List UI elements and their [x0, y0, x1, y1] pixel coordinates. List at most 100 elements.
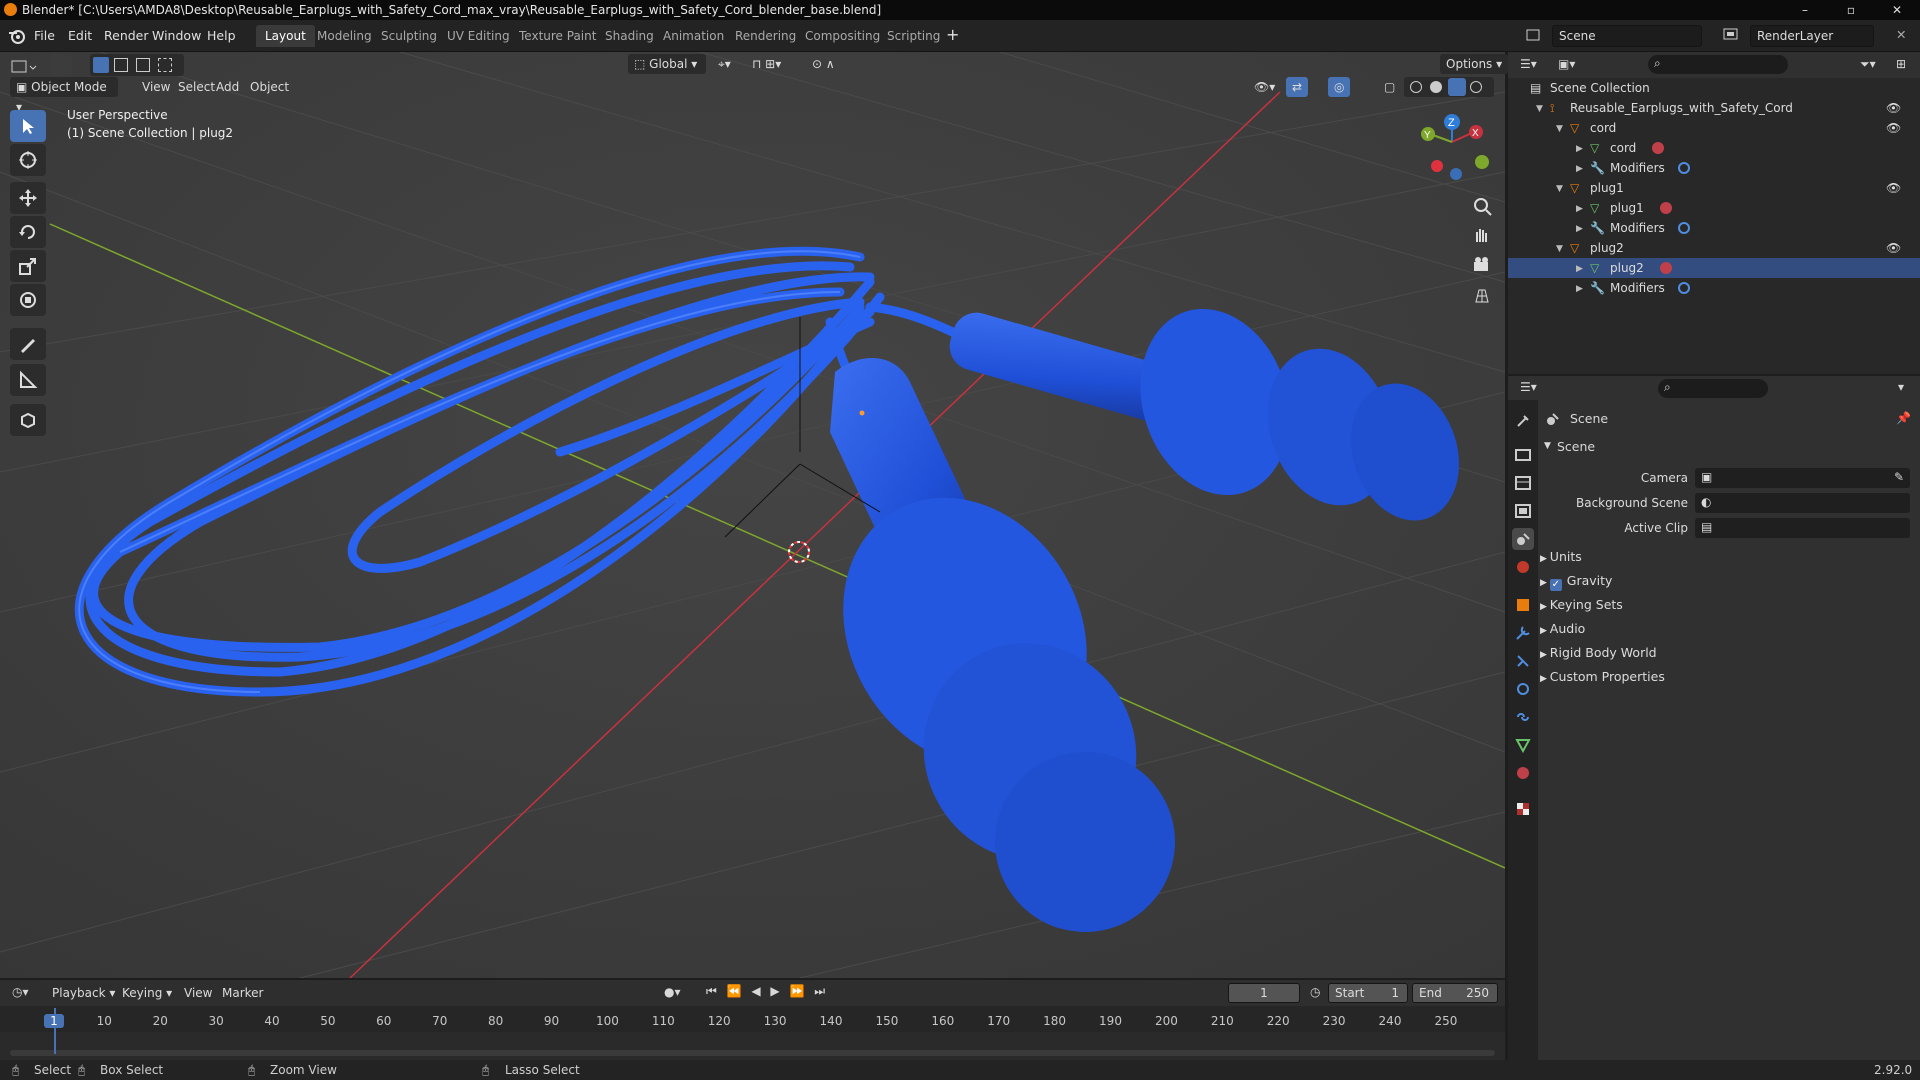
panel-gravity[interactable]: ▶ ✓ Gravity [1540, 573, 1612, 591]
collapse-arrow-icon[interactable]: ▶ [1576, 219, 1583, 239]
modifier-icon[interactable] [1678, 222, 1690, 234]
maximize-button[interactable]: ▫ [1828, 0, 1874, 20]
tool-tab-icon[interactable] [1512, 410, 1534, 432]
background-scene-field[interactable]: ◐ [1695, 493, 1910, 513]
visibility-eye-icon[interactable]: 👁 [1886, 98, 1901, 118]
texture-tab-icon[interactable] [1512, 798, 1534, 820]
panel-collapse-arrow-icon[interactable]: ▶ [1540, 650, 1550, 660]
close-button[interactable]: ✕ [1874, 0, 1920, 20]
properties-search-input[interactable]: ⌕ [1658, 379, 1768, 398]
outliner-row[interactable]: ▶ ▽ plug1 [1508, 198, 1920, 218]
gravity-checkbox[interactable]: ✓ [1549, 579, 1562, 591]
active-clip-field[interactable]: ▤ [1695, 518, 1910, 538]
tab-compositing[interactable]: Compositing [796, 25, 889, 47]
constraints-tab-icon[interactable] [1512, 706, 1534, 728]
outliner-search-input[interactable]: ⌕ [1648, 55, 1788, 74]
3d-viewport[interactable]: Z X Y [0, 52, 1505, 978]
pivot-point-icon[interactable]: ⌖▾ [712, 54, 742, 74]
menu-file[interactable]: File [34, 28, 55, 43]
transform-tool[interactable] [10, 284, 46, 316]
options-dropdown[interactable]: Options ▾ [1440, 54, 1509, 74]
proportional-editing-icon[interactable]: ⊙ ∧ [806, 54, 846, 74]
gizmo-toggle-icon[interactable]: ⇄ [1286, 77, 1309, 97]
outliner-row[interactable]: ▼ ⟟ Reusable_Earplugs_with_Safety_Cord 👁 [1508, 98, 1920, 118]
tab-rendering[interactable]: Rendering [726, 25, 805, 47]
physics-tab-icon[interactable] [1512, 678, 1534, 700]
expand-arrow-icon[interactable]: ▼ [1556, 239, 1563, 259]
select-tool-mode-icon[interactable] [50, 54, 72, 76]
panel-custom-properties[interactable]: ▶ Custom Properties [1540, 669, 1665, 684]
mode-dropdown[interactable]: ▣ Object Mode ▾ [10, 77, 118, 114]
tab-layout[interactable]: Layout [256, 25, 315, 47]
tab-modeling[interactable]: Modeling [308, 25, 381, 47]
outliner-row[interactable]: ▶ 🔧 Modifiers [1508, 278, 1920, 298]
menu-render[interactable]: Render [104, 28, 149, 43]
view-layer-selector[interactable]: RenderLayer [1750, 25, 1874, 47]
panel-rigid-body-world[interactable]: ▶ Rigid Body World [1540, 645, 1657, 660]
select-box-tool[interactable] [10, 110, 46, 142]
perspective-toggle-icon[interactable] [1468, 282, 1496, 310]
tab-scripting[interactable]: Scripting [878, 25, 949, 47]
add-cube-tool[interactable] [10, 404, 46, 436]
rotate-tool[interactable] [10, 216, 46, 248]
select-extend-icon[interactable] [114, 58, 128, 72]
material-tab-icon[interactable] [1512, 762, 1534, 784]
measure-tool[interactable] [10, 364, 46, 396]
collapse-arrow-icon[interactable]: ▶ [1576, 139, 1583, 159]
modifier-icon[interactable] [1678, 282, 1690, 294]
outliner-editor-type-icon[interactable]: ☰▾ [1520, 57, 1537, 71]
overlay-toggle-icon[interactable]: ◎ [1328, 77, 1351, 97]
menu-window[interactable]: Window [152, 28, 201, 43]
current-frame-marker[interactable]: 1 [44, 1014, 64, 1028]
outliner-row[interactable]: ▤ Scene Collection [1508, 78, 1920, 98]
timeline-editor-type-icon[interactable]: ◷▾ [12, 985, 29, 999]
blender-menu-icon[interactable] [8, 27, 26, 45]
area-divider[interactable] [1505, 980, 1508, 1060]
timeline-menu-keying[interactable]: Keying ▾ [116, 983, 178, 1003]
camera-view-icon[interactable] [1468, 252, 1496, 280]
camera-field[interactable]: ▣ ✎ [1695, 468, 1910, 488]
zoom-icon[interactable] [1468, 192, 1496, 220]
shading-mode-buttons[interactable] [1404, 77, 1494, 97]
visibility-eye-icon[interactable]: 👁 [1886, 178, 1901, 198]
timeline-menu-marker[interactable]: Marker [216, 983, 269, 1003]
material-icon[interactable] [1652, 142, 1664, 154]
panel-collapse-arrow-icon[interactable]: ▶ [1540, 674, 1550, 684]
viewport-menu-view[interactable]: View [136, 77, 176, 97]
collapse-arrow-icon[interactable]: ▶ [1576, 199, 1583, 219]
properties-editor-type-icon[interactable]: ☰▾ [1520, 380, 1537, 394]
transform-orientation-dropdown[interactable]: ⬚ Global ▾ [628, 54, 706, 74]
menu-help[interactable]: Help [207, 28, 236, 43]
rendered-shading-icon[interactable] [1470, 81, 1482, 93]
outliner-row[interactable]: ▶ 🔧 Modifiers [1508, 218, 1920, 238]
view-layer-icon[interactable] [1722, 26, 1740, 44]
timeline-menu-playback[interactable]: Playback ▾ [46, 983, 121, 1003]
minimize-button[interactable]: – [1782, 0, 1828, 20]
object-tab-icon[interactable] [1512, 594, 1534, 616]
outliner-row[interactable]: ▼ ▽ cord 👁 [1508, 118, 1920, 138]
add-workspace-icon[interactable]: + [946, 25, 959, 44]
scene-section-arrow-icon[interactable]: ▼ [1544, 441, 1551, 451]
viewport-canvas[interactable]: Z X Y [0, 52, 1505, 978]
end-frame-field[interactable]: End 250 [1412, 983, 1498, 1003]
collapse-arrow-icon[interactable]: ▶ [1576, 259, 1583, 279]
outliner-row[interactable]: ▼ ▽ plug2 👁 [1508, 238, 1920, 258]
material-preview-shading-icon[interactable] [1448, 78, 1466, 96]
xray-toggle-icon[interactable]: ▢ [1378, 77, 1401, 97]
display-mode-icon[interactable]: ▣▾ [1558, 57, 1575, 71]
playback-controls[interactable]: ⏮ ⏪ ◀ ▶ ⏩ ⏭ [706, 984, 828, 999]
properties-options-icon[interactable]: ▾ [1898, 380, 1904, 394]
new-collection-icon[interactable]: ⊞ [1896, 57, 1906, 71]
scene-selector[interactable]: Scene [1552, 25, 1702, 47]
scene-section-title[interactable]: Scene [1557, 439, 1595, 454]
render-tab-icon[interactable] [1512, 444, 1534, 466]
panel-collapse-arrow-icon[interactable]: ▶ [1540, 626, 1550, 636]
snap-icon[interactable]: ⊓ ⊞▾ [746, 54, 802, 74]
tab-animation[interactable]: Animation [654, 25, 733, 47]
cursor-tool[interactable] [10, 144, 46, 176]
material-icon[interactable] [1660, 202, 1672, 214]
collapse-arrow-icon[interactable]: ▶ [1576, 159, 1583, 179]
preview-range-icon[interactable]: ◷ [1310, 985, 1320, 999]
tab-shading[interactable]: Shading [596, 25, 663, 47]
filter-icon[interactable]: ⏷▾ [1860, 57, 1876, 72]
